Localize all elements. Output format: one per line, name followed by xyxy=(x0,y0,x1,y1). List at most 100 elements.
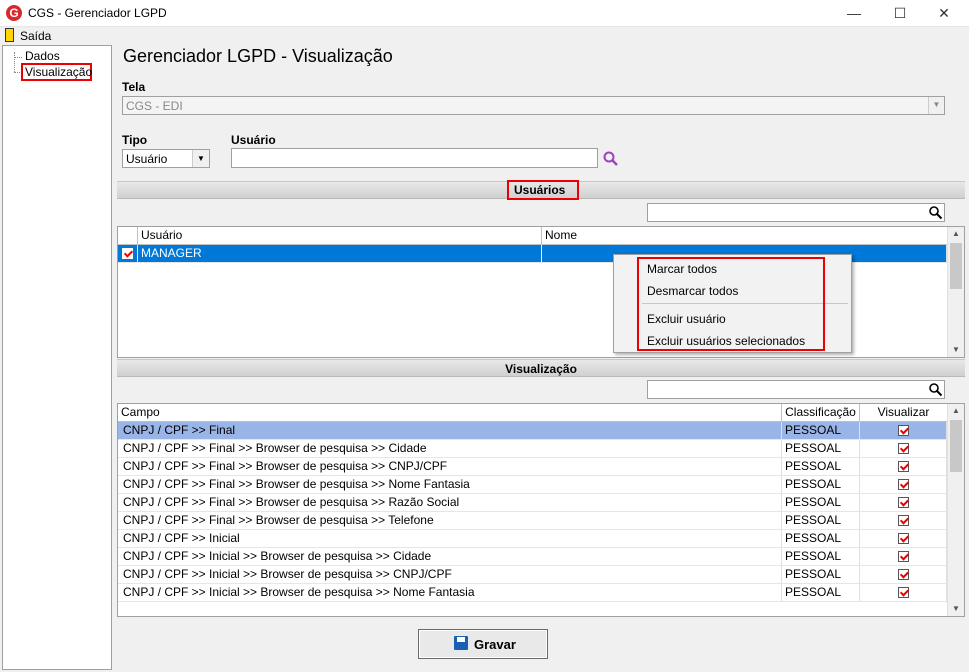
usuarios-scrollbar[interactable]: ▲ ▼ xyxy=(947,227,964,357)
menu-exit[interactable]: Saída xyxy=(20,29,51,43)
checkbox-checked-icon[interactable] xyxy=(122,248,133,260)
scroll-down-icon[interactable]: ▼ xyxy=(948,343,964,357)
tree-item-dados[interactable]: Dados xyxy=(25,49,60,63)
tela-combobox[interactable]: CGS - EDI ▼ xyxy=(122,96,945,115)
page-title: Gerenciador LGPD - Visualização xyxy=(123,46,393,66)
checkbox-checked-icon[interactable] xyxy=(897,425,909,437)
save-button-label[interactable]: Gravar xyxy=(474,637,516,652)
visualizacao-grid-header: Campo Classificação Visualizar xyxy=(118,404,964,422)
cell-campo: CNPJ / CPF >> Inicial >> Browser de pesq… xyxy=(118,584,782,601)
column-header-nome[interactable]: Nome xyxy=(542,227,948,244)
visualizacao-search-input[interactable] xyxy=(647,380,945,399)
table-row[interactable]: CNPJ / CPF >> Inicial >> Browser de pesq… xyxy=(118,566,947,584)
table-row[interactable]: CNPJ / CPF >> Final >> Browser de pesqui… xyxy=(118,494,947,512)
cell-classificacao: PESSOAL xyxy=(782,548,860,565)
scroll-up-icon[interactable]: ▲ xyxy=(948,404,964,418)
table-row[interactable]: CNPJ / CPF >> Final >> Browser de pesqui… xyxy=(118,512,947,530)
usuario-input[interactable] xyxy=(231,148,598,168)
scroll-down-icon[interactable]: ▼ xyxy=(948,602,964,616)
cell-visualizar[interactable] xyxy=(860,584,947,601)
row-checkbox[interactable] xyxy=(118,245,138,262)
minimize-button[interactable]: — xyxy=(831,0,877,26)
column-header-usuario[interactable]: Usuário xyxy=(138,227,542,244)
cell-campo: CNPJ / CPF >> Final >> Browser de pesqui… xyxy=(118,512,782,529)
column-header-classificacao[interactable]: Classificação xyxy=(782,404,860,421)
cell-campo: CNPJ / CPF >> Inicial >> Browser de pesq… xyxy=(118,566,782,583)
checkbox-checked-icon[interactable] xyxy=(897,587,909,599)
cell-classificacao: PESSOAL xyxy=(782,530,860,547)
floppy-disk-icon xyxy=(454,636,468,650)
usuarios-section-title: Usuários xyxy=(514,183,566,197)
scroll-up-icon[interactable]: ▲ xyxy=(948,227,964,241)
cell-campo: CNPJ / CPF >> Final >> Browser de pesqui… xyxy=(118,494,782,511)
table-row[interactable]: CNPJ / CPF >> Final >> Browser de pesqui… xyxy=(118,476,947,494)
search-icon[interactable] xyxy=(928,382,943,397)
annotation-highlight xyxy=(637,257,825,351)
usuarios-search-input[interactable] xyxy=(647,203,945,222)
close-button[interactable]: ✕ xyxy=(921,0,967,26)
cell-usuario: MANAGER xyxy=(138,245,542,262)
cell-classificacao: PESSOAL xyxy=(782,422,860,439)
table-row[interactable]: CNPJ / CPF >> Final PESSOAL xyxy=(118,422,947,440)
cell-visualizar[interactable] xyxy=(860,422,947,439)
tree-connector xyxy=(14,52,15,72)
checkbox-checked-icon[interactable] xyxy=(897,551,909,563)
app-logo-icon: G xyxy=(6,5,22,21)
table-row[interactable]: CNPJ / CPF >> Final >> Browser de pesqui… xyxy=(118,440,947,458)
cell-campo: CNPJ / CPF >> Inicial >> Browser de pesq… xyxy=(118,548,782,565)
checkbox-checked-icon[interactable] xyxy=(897,515,909,527)
cell-visualizar[interactable] xyxy=(860,458,947,475)
tipo-select[interactable]: Usuário ▼ xyxy=(122,149,210,168)
visualizacao-section-bar: Visualização xyxy=(117,359,965,377)
cell-visualizar[interactable] xyxy=(860,530,947,547)
checkbox-checked-icon[interactable] xyxy=(897,479,909,491)
window-title: CGS - Gerenciador LGPD xyxy=(28,6,167,20)
usuario-label: Usuário xyxy=(231,133,276,147)
tipo-label: Tipo xyxy=(122,133,148,147)
cell-classificacao: PESSOAL xyxy=(782,494,860,511)
scrollbar-thumb[interactable] xyxy=(950,243,962,289)
cell-visualizar[interactable] xyxy=(860,494,947,511)
checkbox-checked-icon[interactable] xyxy=(897,497,909,509)
tela-label: Tela xyxy=(122,80,146,94)
cell-classificacao: PESSOAL xyxy=(782,584,860,601)
checkbox-checked-icon[interactable] xyxy=(897,533,909,545)
visualizacao-section-title: Visualização xyxy=(505,362,577,376)
navigation-tree xyxy=(2,45,112,670)
checkbox-checked-icon[interactable] xyxy=(897,569,909,581)
cell-classificacao: PESSOAL xyxy=(782,440,860,457)
scrollbar-thumb[interactable] xyxy=(950,420,962,472)
cell-campo: CNPJ / CPF >> Final xyxy=(118,422,782,439)
chevron-down-icon[interactable]: ▼ xyxy=(928,97,944,114)
maximize-button[interactable]: ☐ xyxy=(877,0,923,26)
table-row[interactable]: CNPJ / CPF >> Inicial >> Browser de pesq… xyxy=(118,584,947,602)
search-icon[interactable] xyxy=(602,150,620,168)
exit-door-icon[interactable] xyxy=(5,28,14,42)
cell-classificacao: PESSOAL xyxy=(782,458,860,475)
usuarios-grid-header: Usuário Nome xyxy=(118,227,964,245)
cell-visualizar[interactable] xyxy=(860,548,947,565)
column-header-check xyxy=(118,227,138,244)
checkbox-checked-icon[interactable] xyxy=(897,461,909,473)
chevron-down-icon[interactable]: ▼ xyxy=(192,150,209,167)
cell-classificacao: PESSOAL xyxy=(782,512,860,529)
cell-campo: CNPJ / CPF >> Inicial xyxy=(118,530,782,547)
cell-visualizar[interactable] xyxy=(860,512,947,529)
table-row[interactable]: CNPJ / CPF >> Inicial PESSOAL xyxy=(118,530,947,548)
column-header-visualizar[interactable]: Visualizar xyxy=(860,404,947,421)
checkbox-checked-icon[interactable] xyxy=(897,443,909,455)
tela-value: CGS - EDI xyxy=(126,99,183,113)
column-header-campo[interactable]: Campo xyxy=(118,404,782,421)
cell-campo: CNPJ / CPF >> Final >> Browser de pesqui… xyxy=(118,476,782,493)
cell-visualizar[interactable] xyxy=(860,476,947,493)
tree-connector xyxy=(14,57,22,58)
cell-campo: CNPJ / CPF >> Final >> Browser de pesqui… xyxy=(118,440,782,457)
tree-item-visualizacao[interactable]: Visualização xyxy=(25,65,92,79)
table-row[interactable]: CNPJ / CPF >> Final >> Browser de pesqui… xyxy=(118,458,947,476)
table-row[interactable]: CNPJ / CPF >> Inicial >> Browser de pesq… xyxy=(118,548,947,566)
cell-visualizar[interactable] xyxy=(860,440,947,457)
visualizacao-scrollbar[interactable]: ▲ ▼ xyxy=(947,404,964,616)
cell-classificacao: PESSOAL xyxy=(782,476,860,493)
search-icon[interactable] xyxy=(928,205,943,220)
cell-visualizar[interactable] xyxy=(860,566,947,583)
